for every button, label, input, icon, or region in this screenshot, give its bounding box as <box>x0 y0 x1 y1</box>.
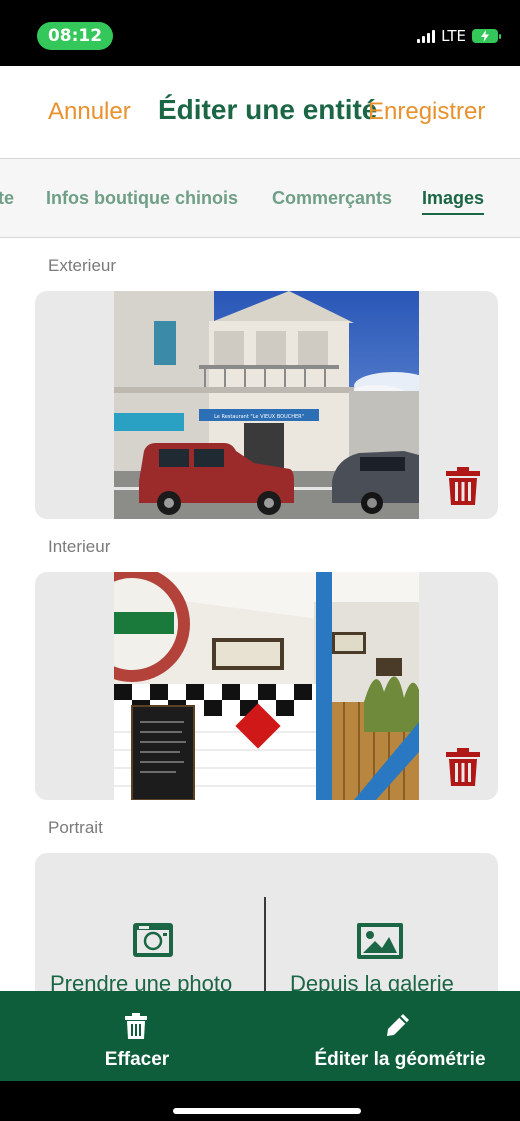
trash-icon <box>446 467 480 505</box>
network-label: LTE <box>441 27 466 45</box>
image-card-exterior: Le Restaurant "Le VIEUX BOUCHER" <box>35 291 498 519</box>
delete-interior-image-button[interactable] <box>446 748 480 786</box>
status-indicators: LTE <box>417 24 501 48</box>
home-indicator-area <box>0 1081 520 1121</box>
camera-icon <box>133 923 173 957</box>
interior-photo[interactable] <box>114 572 419 800</box>
tab-infos-boutique[interactable]: Infos boutique chinois <box>46 188 238 209</box>
bottom-action-bar: Effacer Éditer la géométrie <box>0 991 520 1081</box>
image-icon <box>357 923 403 959</box>
section-label-portrait: Portrait <box>48 818 103 837</box>
tab-images[interactable]: Images <box>422 188 485 215</box>
nav-bar: Annuler Éditer une entité Enregistrer <box>0 66 520 158</box>
edit-geometry-label: Éditer la géométrie <box>314 1049 486 1070</box>
image-card-interior <box>35 572 498 800</box>
trash-icon <box>446 748 480 786</box>
home-indicator[interactable] <box>173 1108 361 1114</box>
delete-exterior-image-button[interactable] <box>446 467 480 505</box>
tab-previous[interactable]: te <box>0 188 14 209</box>
pencil-icon <box>387 1014 409 1036</box>
trash-icon <box>125 1013 147 1039</box>
tab-bar: te Infos boutique chinois Commerçants Im… <box>0 158 520 238</box>
status-bar: 08:12 LTE <box>0 0 520 66</box>
cancel-button[interactable]: Annuler <box>48 98 131 126</box>
signal-icon <box>417 29 436 43</box>
section-label-interior: Interieur <box>48 537 111 556</box>
save-button[interactable]: Enregistrer <box>368 98 485 126</box>
exterior-photo[interactable]: Le Restaurant "Le VIEUX BOUCHER" <box>114 291 419 519</box>
shop-sign-text: Le Restaurant "Le VIEUX BOUCHER" <box>214 414 304 420</box>
clear-label: Effacer <box>104 1049 170 1070</box>
section-label-exterior: Exterieur <box>48 256 117 275</box>
edit-geometry-button[interactable]: Éditer la géométrie <box>300 991 500 1081</box>
tab-commercants[interactable]: Commerçants <box>272 188 392 209</box>
battery-icon <box>472 29 501 43</box>
page-title: Éditer une entité <box>158 94 378 125</box>
clear-button[interactable]: Effacer <box>82 991 192 1081</box>
status-time: 08:12 <box>37 22 113 50</box>
